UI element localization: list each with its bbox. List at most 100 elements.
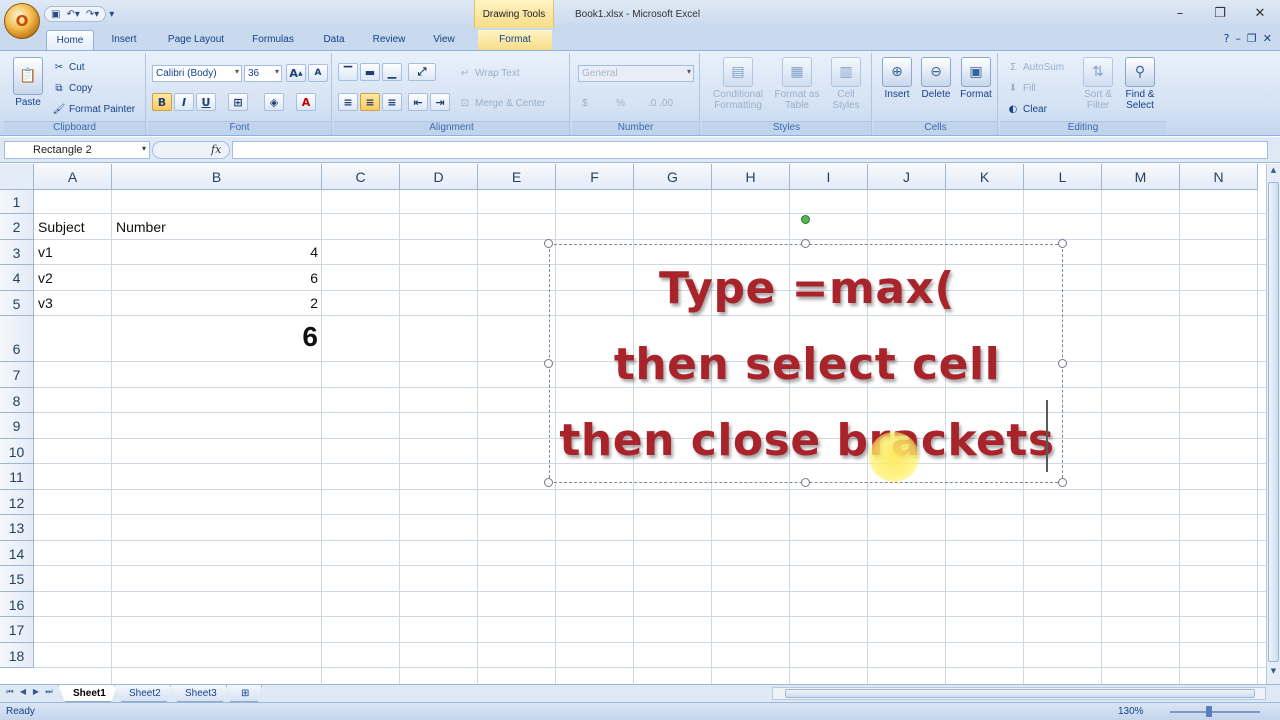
resize-handle-ne[interactable] xyxy=(1058,239,1067,248)
insert-function-button[interactable]: fx xyxy=(152,141,230,159)
zoom-slider[interactable] xyxy=(1170,711,1260,713)
name-box[interactable]: Rectangle 2 ▾ xyxy=(4,141,150,159)
column-header-j[interactable]: J xyxy=(868,164,946,190)
tab-formulas[interactable]: Formulas xyxy=(244,30,302,50)
customize-qat-icon[interactable]: ▾ xyxy=(109,9,114,20)
row-header-1[interactable]: 1 xyxy=(0,190,34,214)
resize-handle-sw[interactable] xyxy=(544,478,553,487)
bold-button[interactable]: B xyxy=(152,93,172,111)
delete-cells-button[interactable]: ⊖ Delete xyxy=(916,57,956,100)
row-header-17[interactable]: 17 xyxy=(0,617,34,643)
scroll-down-icon[interactable]: ▼ xyxy=(1268,667,1279,681)
autosum-button[interactable]: Σ AutoSum xyxy=(1006,59,1064,75)
shrink-font-icon[interactable]: A xyxy=(308,64,328,82)
row-header-16[interactable]: 16 xyxy=(0,592,34,617)
prev-sheet-icon[interactable]: ◀ xyxy=(17,687,29,700)
grow-font-icon[interactable]: A ▲ xyxy=(286,64,306,82)
column-header-h[interactable]: H xyxy=(712,164,790,190)
resize-handle-n[interactable] xyxy=(801,239,810,248)
tab-page-layout[interactable]: Page Layout xyxy=(160,30,232,50)
cut-button[interactable]: ✂ Cut xyxy=(52,59,85,75)
align-middle-icon[interactable]: ▬ xyxy=(360,63,380,81)
shape-text-line-3[interactable]: then close brackets xyxy=(550,415,1064,466)
undo-icon[interactable]: ↶▾ xyxy=(66,9,79,20)
row-header-18[interactable]: 18 xyxy=(0,643,34,668)
resize-handle-s[interactable] xyxy=(801,478,810,487)
align-right-icon[interactable]: ≡ xyxy=(382,93,402,111)
row-header-11[interactable]: 11 xyxy=(0,464,34,490)
column-header-m[interactable]: M xyxy=(1102,164,1180,190)
restore-button[interactable]: ❐ xyxy=(1200,0,1240,26)
doc-minimize-button[interactable]: – xyxy=(1235,32,1241,45)
cell-a3[interactable]: v1 xyxy=(38,244,53,260)
conditional-formatting-button[interactable]: ▤ Conditional Formatting xyxy=(706,57,770,111)
minimize-button[interactable]: – xyxy=(1160,0,1200,26)
row-header-5[interactable]: 5 xyxy=(0,291,34,316)
help-icon[interactable]: ? xyxy=(1224,32,1230,45)
currency-button[interactable]: $ xyxy=(582,95,588,111)
redo-icon[interactable]: ↷▾ xyxy=(86,9,99,20)
tab-view[interactable]: View xyxy=(424,30,464,50)
next-sheet-icon[interactable]: ▶ xyxy=(30,687,42,700)
column-header-c[interactable]: C xyxy=(322,164,400,190)
column-header-f[interactable]: F xyxy=(556,164,634,190)
copy-button[interactable]: ⧉ Copy xyxy=(52,80,92,96)
row-header-8[interactable]: 8 xyxy=(0,388,34,413)
column-header-d[interactable]: D xyxy=(400,164,478,190)
scroll-up-icon[interactable]: ▲ xyxy=(1268,166,1279,180)
resize-handle-nw[interactable] xyxy=(544,239,553,248)
office-button[interactable]: O xyxy=(4,3,40,39)
paste-button[interactable]: 📋 Paste xyxy=(8,57,48,108)
number-format-select[interactable]: General ▾ xyxy=(578,65,694,82)
resize-handle-e[interactable] xyxy=(1058,359,1067,368)
zoom-level[interactable]: 130% xyxy=(1118,706,1144,717)
format-painter-button[interactable]: 🖌 Format Painter xyxy=(52,101,136,117)
row-header-6[interactable]: 6 xyxy=(0,316,34,362)
sheet-tab-sheet2[interactable]: Sheet2 xyxy=(114,685,174,702)
vertical-scroll-thumb[interactable] xyxy=(1268,182,1279,662)
font-color-icon[interactable]: A xyxy=(296,93,316,111)
orientation-icon[interactable]: ⤢ xyxy=(408,63,436,81)
row-header-12[interactable]: 12 xyxy=(0,490,34,515)
align-left-icon[interactable]: ≡ xyxy=(338,93,358,111)
column-header-l[interactable]: L xyxy=(1024,164,1102,190)
format-as-table-button[interactable]: ▦ Format as Table xyxy=(772,57,822,111)
cell-b3[interactable]: 4 xyxy=(112,244,318,260)
cell-b6[interactable]: 6 xyxy=(112,321,318,353)
select-all-corner[interactable] xyxy=(0,164,34,190)
decrease-indent-icon[interactable]: ⇤ xyxy=(408,93,428,111)
sheet-tab-sheet1[interactable]: Sheet1 xyxy=(58,685,118,702)
increase-indent-icon[interactable]: ⇥ xyxy=(430,93,450,111)
shape-text-line-2[interactable]: then select cell xyxy=(550,339,1064,390)
column-header-a[interactable]: A xyxy=(34,164,112,190)
format-cells-button[interactable]: ▣ Format xyxy=(956,57,996,100)
row-header-7[interactable]: 7 xyxy=(0,362,34,388)
font-name-select[interactable]: Calibri (Body) ▾ xyxy=(152,65,242,82)
tab-data[interactable]: Data xyxy=(314,30,354,50)
sheet-tab-sheet3[interactable]: Sheet3 xyxy=(170,685,230,702)
tab-format[interactable]: Format xyxy=(478,30,552,50)
cell-b4[interactable]: 6 xyxy=(112,270,318,286)
fill-button[interactable]: ⬇ Fill xyxy=(1006,80,1036,96)
cell-a4[interactable]: v2 xyxy=(38,270,53,286)
row-header-13[interactable]: 13 xyxy=(0,515,34,541)
align-bottom-icon[interactable]: ▁ xyxy=(382,63,402,81)
merge-center-button[interactable]: ⊡ Merge & Center xyxy=(458,95,546,111)
rotation-handle[interactable] xyxy=(801,215,810,224)
tab-insert[interactable]: Insert xyxy=(102,30,146,50)
shape-text-line-1[interactable]: Type =max( xyxy=(550,263,1064,314)
align-top-icon[interactable]: ▔ xyxy=(338,63,358,81)
doc-close-button[interactable]: ✕ xyxy=(1263,32,1272,45)
doc-restore-button[interactable]: ❐ xyxy=(1247,32,1257,45)
resize-handle-se[interactable] xyxy=(1058,478,1067,487)
fill-color-icon[interactable]: ◈ xyxy=(264,93,284,111)
italic-button[interactable]: I xyxy=(174,93,194,111)
column-header-g[interactable]: G xyxy=(634,164,712,190)
sort-filter-button[interactable]: ⇅ Sort & Filter xyxy=(1078,57,1118,111)
row-header-10[interactable]: 10 xyxy=(0,439,34,464)
clear-button[interactable]: ◐ Clear xyxy=(1006,101,1047,117)
column-header-k[interactable]: K xyxy=(946,164,1024,190)
cell-b5[interactable]: 2 xyxy=(112,295,318,311)
align-center-icon[interactable]: ≡ xyxy=(360,93,380,111)
horizontal-scrollbar[interactable] xyxy=(772,687,1266,700)
